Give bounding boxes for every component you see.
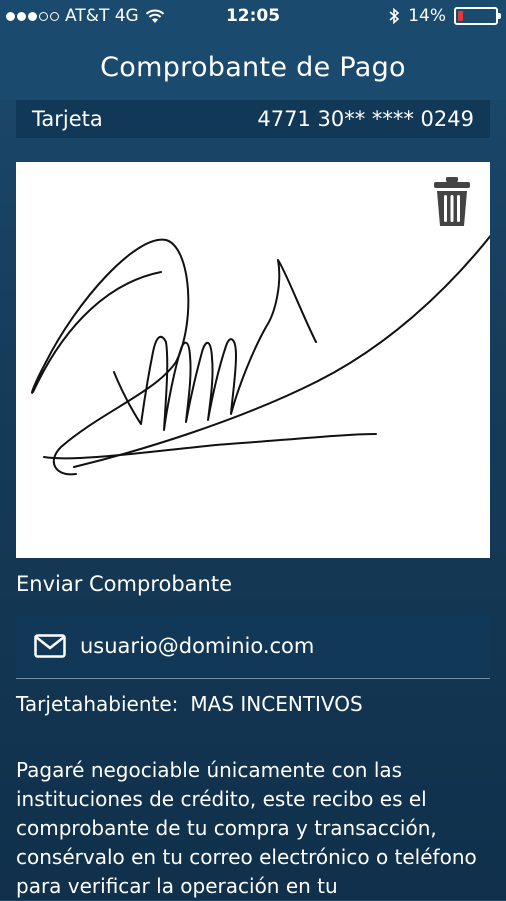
cardholder-value: MAS INCENTIVOS xyxy=(190,692,363,716)
navigation-bar: Comprobante de Pago xyxy=(0,34,506,100)
status-right: 14% xyxy=(388,6,501,26)
battery-level-fill xyxy=(458,11,463,21)
cardholder-label: Tarjetahabiente: xyxy=(16,692,179,716)
cardholder-row: Tarjetahabiente: MAS INCENTIVOS xyxy=(16,692,363,716)
send-receipt-heading: Enviar Comprobante xyxy=(16,572,232,596)
card-number: 4771 30** **** 0249 xyxy=(257,107,474,131)
email-value: usuario@dominio.com xyxy=(80,634,315,658)
card-info-row: Tarjeta 4771 30** **** 0249 xyxy=(16,100,490,138)
card-label: Tarjeta xyxy=(32,107,103,131)
envelope-icon xyxy=(34,634,66,658)
trash-icon xyxy=(434,177,470,226)
bluetooth-icon xyxy=(389,7,400,25)
signature-drawing xyxy=(31,234,490,476)
signature-pad[interactable] xyxy=(16,162,490,558)
page-title: Comprobante de Pago xyxy=(100,51,406,83)
email-field[interactable]: usuario@dominio.com xyxy=(16,616,490,676)
delete-signature-button[interactable] xyxy=(432,176,472,228)
legal-disclaimer: Pagaré negociable únicamente con las ins… xyxy=(16,758,477,898)
status-bar: AT&T 4G 12:05 14% xyxy=(0,0,506,34)
divider xyxy=(16,678,490,679)
battery-icon xyxy=(454,7,501,25)
battery-percent: 14% xyxy=(408,6,446,26)
